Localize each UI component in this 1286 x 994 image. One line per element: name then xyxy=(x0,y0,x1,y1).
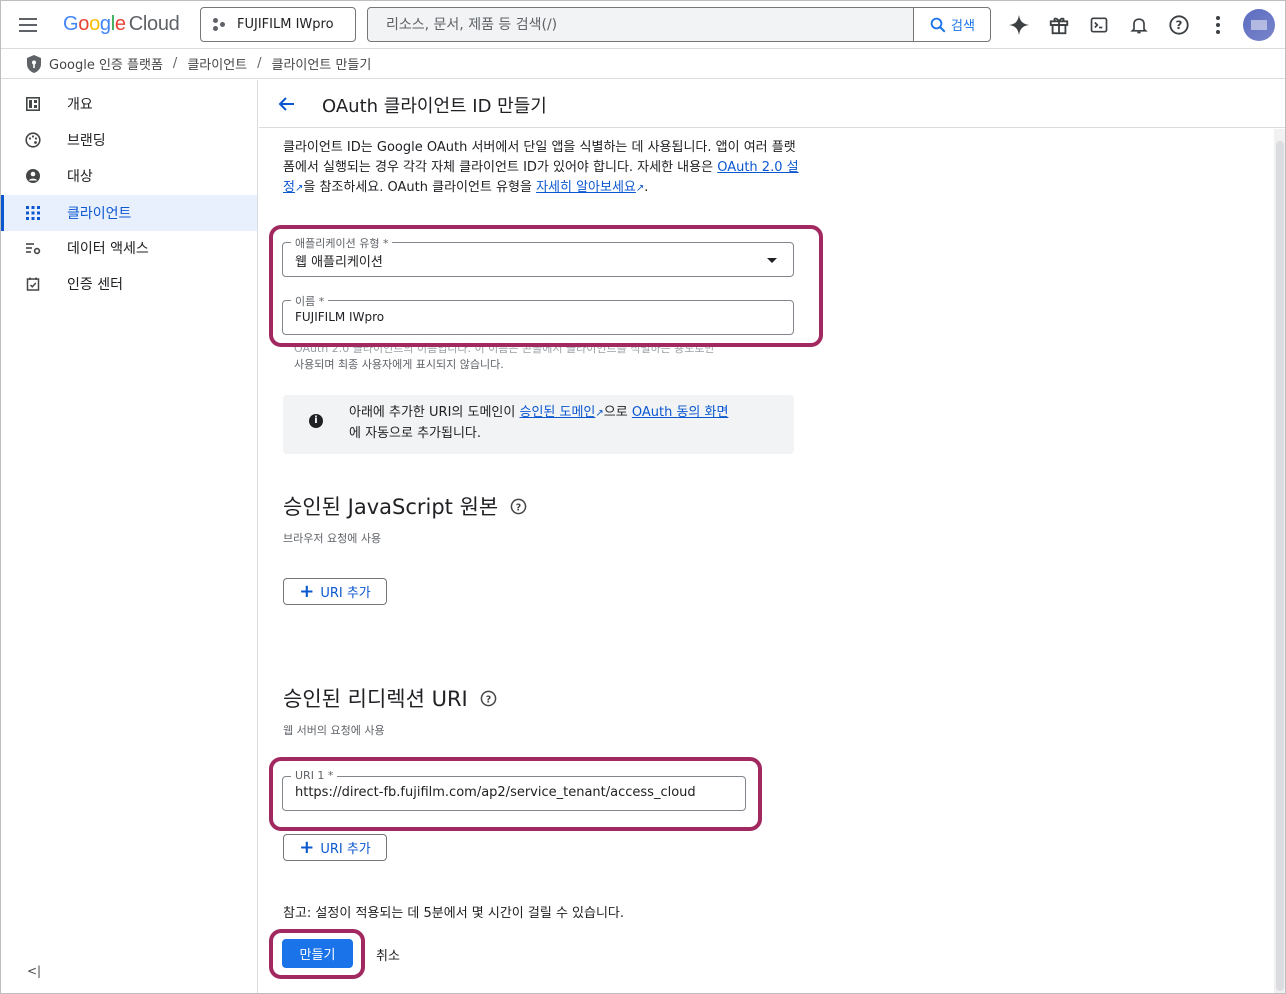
sidebar-item-audience[interactable]: 대상 xyxy=(1,158,257,194)
help-icon[interactable]: ? xyxy=(510,498,527,515)
description-text: 을 참조하세요. OAuth 클라이언트 유형을 xyxy=(303,180,537,195)
sidebar-item-label: 대상 xyxy=(67,169,93,185)
info-text: 아래에 추가한 URI의 도메인이 승인된 도메인↗으로 OAuth 동의 화면… xyxy=(349,403,789,444)
info-text-part: 에 자동으로 추가됩니다. xyxy=(349,426,481,441)
google-cloud-logo[interactable]: Google Cloud xyxy=(63,13,180,36)
redirect-uri-1-value: https://direct-fb.fujifilm.com/ap2/servi… xyxy=(295,785,696,800)
plus-icon: + xyxy=(299,580,315,602)
add-js-origin-uri-button[interactable]: + URI 추가 xyxy=(283,578,387,605)
dropdown-arrow-icon xyxy=(767,258,777,263)
info-text-part: 으로 xyxy=(603,405,632,420)
sidebar: 개요 브랜딩 대상 클라이언트 데이터 액세스 인증 센터 <| xyxy=(1,80,258,993)
js-origins-section-title: 승인된 JavaScript 원본 ? xyxy=(283,491,527,521)
dashboard-icon xyxy=(25,96,41,112)
cancel-button[interactable]: 취소 xyxy=(376,945,400,964)
info-text-part: 아래에 추가한 URI의 도메인이 xyxy=(349,405,520,420)
menu-icon[interactable] xyxy=(19,14,41,36)
learn-more-link[interactable]: 자세히 알아보세요 xyxy=(536,180,636,195)
top-bar: GoogleCloud FUJIFILM IWpro 검색 xyxy=(1,1,1285,49)
search-bar: 검색 xyxy=(367,7,991,42)
description: 클라이언트 ID는 Google OAuth 서버에서 단일 앱을 식별하는 데… xyxy=(283,138,803,199)
search-button-label: 검색 xyxy=(951,19,975,34)
name-field[interactable]: 이름 * FUJIFILM IWpro xyxy=(282,293,794,335)
authorized-domains-link[interactable]: 승인된 도메인 xyxy=(519,405,595,420)
name-label: 이름 * xyxy=(291,293,329,309)
info-banner: i 아래에 추가한 URI의 도메인이 승인된 도메인↗으로 OAuth 동의 … xyxy=(283,395,794,454)
name-hint: OAuth 2.0 클라이언트의 이름입니다. 이 이름은 콘솔에서 클라이언트… xyxy=(294,341,784,373)
palette-icon xyxy=(25,132,41,148)
oauth-consent-screen-link[interactable]: OAuth 동의 화면 xyxy=(632,405,729,420)
breadcrumb-item-platform[interactable]: Google 인증 플랫폼 xyxy=(49,54,163,73)
page-header: OAuth 클라이언트 ID 만들기 xyxy=(259,80,1285,128)
data-settings-icon xyxy=(25,240,41,256)
name-hint-line: 사용되며 최종 사용자에게 표시되지 않습니다. xyxy=(294,358,504,371)
sidebar-item-verification-center[interactable]: 인증 센터 xyxy=(1,266,257,302)
svg-text:?: ? xyxy=(1176,18,1183,32)
apps-icon xyxy=(25,205,41,221)
breadcrumb-separator: / xyxy=(257,56,262,71)
project-name: FUJIFILM IWpro xyxy=(237,17,334,32)
application-type-value: 웹 애플리케이션 xyxy=(295,255,383,270)
scrollbar-thumb[interactable] xyxy=(1276,141,1284,991)
breadcrumb-item-clients[interactable]: 클라이언트 xyxy=(187,54,247,73)
back-arrow-icon[interactable] xyxy=(277,94,297,118)
application-type-select[interactable]: 애플리케이션 유형 * 웹 애플리케이션 xyxy=(282,235,794,277)
sidebar-item-label: 개요 xyxy=(67,97,93,113)
breadcrumb-item-create-client: 클라이언트 만들기 xyxy=(271,58,372,73)
help-icon[interactable]: ? xyxy=(1167,13,1191,37)
svg-text:?: ? xyxy=(516,502,521,513)
info-icon: i xyxy=(309,414,323,428)
plus-icon: + xyxy=(299,836,315,858)
sidebar-item-label: 클라이언트 xyxy=(67,206,132,222)
shield-icon xyxy=(27,54,41,73)
description-text: . xyxy=(644,180,649,195)
create-button[interactable]: 만들기 xyxy=(282,939,353,968)
sidebar-item-branding[interactable]: 브랜딩 xyxy=(1,122,257,158)
verified-icon xyxy=(25,276,41,292)
sidebar-item-label: 브랜딩 xyxy=(67,133,106,149)
app-window: GoogleCloud FUJIFILM IWpro 검색 xyxy=(0,0,1286,994)
js-origins-title: 승인된 JavaScript 원본 xyxy=(283,495,499,519)
sidebar-item-label: 데이터 액세스 xyxy=(67,241,149,257)
sidebar-item-clients[interactable]: 클라이언트 xyxy=(1,195,257,231)
help-icon[interactable]: ? xyxy=(480,690,497,707)
external-link-icon: ↗ xyxy=(595,408,604,419)
gemini-icon[interactable] xyxy=(1007,13,1031,37)
cloud-shell-icon[interactable] xyxy=(1087,13,1111,37)
redirect-uris-title: 승인된 리디렉션 URI xyxy=(283,687,468,711)
person-icon xyxy=(25,168,41,184)
add-uri-label: URI 추가 xyxy=(320,586,371,601)
gift-icon[interactable] xyxy=(1047,13,1071,37)
redirect-uris-subtitle: 웹 서버의 요청에 사용 xyxy=(283,724,385,737)
more-vert-icon[interactable] xyxy=(1206,13,1230,37)
breadcrumb-separator: / xyxy=(172,56,178,71)
svg-text:?: ? xyxy=(486,694,491,705)
js-origins-subtitle: 브라우저 요청에 사용 xyxy=(283,532,382,545)
notifications-icon[interactable] xyxy=(1127,13,1151,37)
redirect-uri-1-label: URI 1 * xyxy=(291,769,338,782)
breadcrumb: Google 인증 플랫폼 / 클라이언트 / 클라이언트 만들기 xyxy=(1,49,1285,79)
add-uri-label: URI 추가 xyxy=(320,842,371,857)
project-icon xyxy=(213,17,227,32)
name-hint-line: OAuth 2.0 클라이언트의 이름입니다. 이 이름은 콘솔에서 클라이언트… xyxy=(294,342,715,355)
name-value: FUJIFILM IWpro xyxy=(295,310,385,324)
page-title: OAuth 클라이언트 ID 만들기 xyxy=(322,96,547,117)
application-type-label: 애플리케이션 유형 * xyxy=(291,235,393,251)
redirect-uri-1-field[interactable]: URI 1 * https://direct-fb.fujifilm.com/a… xyxy=(282,769,746,811)
collapse-sidebar-button[interactable]: <| xyxy=(27,964,41,978)
avatar[interactable] xyxy=(1243,9,1275,41)
settings-note: 참고: 설정이 적용되는 데 5분에서 몇 시간이 걸릴 수 있습니다. xyxy=(283,906,625,921)
search-input[interactable] xyxy=(368,8,913,41)
search-icon xyxy=(930,17,946,32)
project-picker[interactable]: FUJIFILM IWpro xyxy=(200,7,356,42)
sidebar-item-label: 인증 센터 xyxy=(67,277,123,293)
sidebar-item-overview[interactable]: 개요 xyxy=(1,86,257,122)
redirect-uris-section-title: 승인된 리디렉션 URI ? xyxy=(283,683,497,713)
add-redirect-uri-button[interactable]: + URI 추가 xyxy=(283,834,387,861)
search-button[interactable]: 검색 xyxy=(913,8,990,41)
sidebar-item-data-access[interactable]: 데이터 액세스 xyxy=(1,230,257,266)
